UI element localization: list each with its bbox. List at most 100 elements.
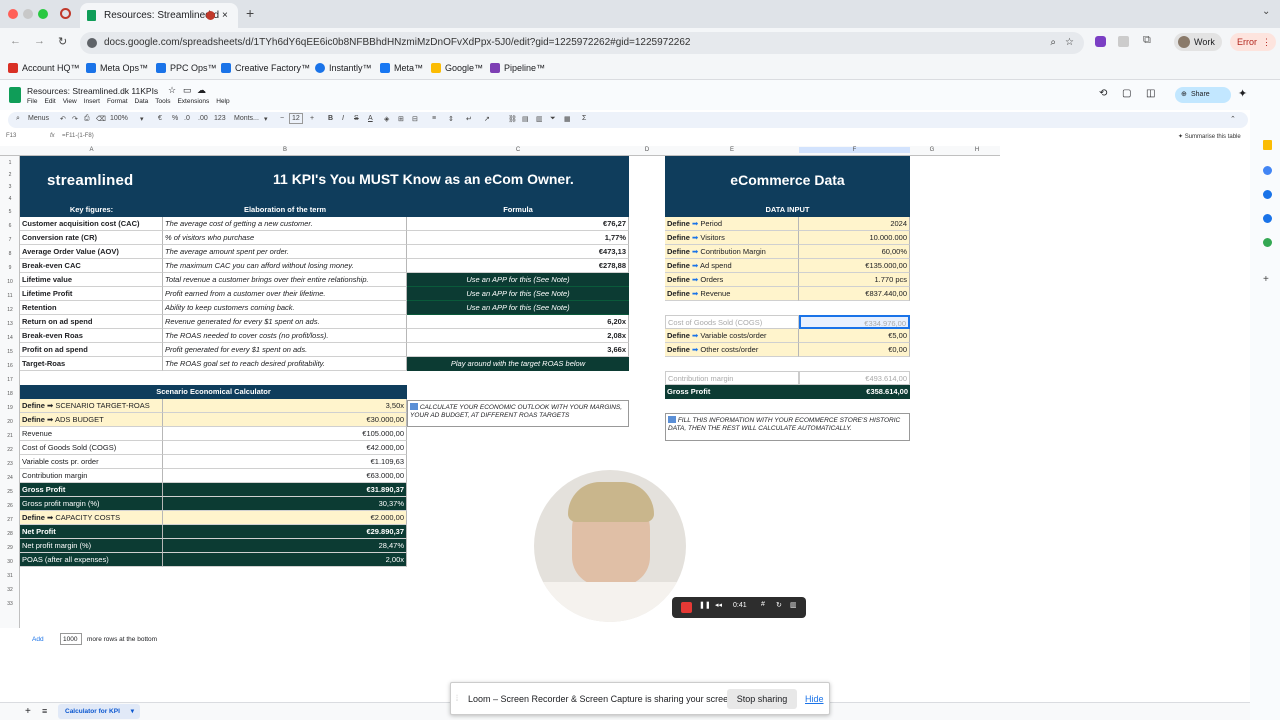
strikethrough-icon[interactable]: S [354,115,359,122]
kpi-formula-cell[interactable]: €278,88 [407,259,629,273]
keep-icon[interactable] [1263,166,1272,175]
star-icon[interactable]: ☆ [168,85,176,96]
data-input-label-cell[interactable]: Define ➡ Visitors [665,231,799,245]
scenario-value-cell[interactable]: €29.890,37 [163,525,407,539]
restart-icon[interactable]: ↻ [776,601,782,609]
kpi-description-cell[interactable]: Revenue generated for every $1 spent on … [163,315,407,329]
font-size-increase-icon[interactable]: + [310,115,314,122]
data-input-value-cell[interactable]: 60,00% [799,245,910,259]
font-chevron-icon[interactable]: ▾ [264,115,268,123]
kpi-name-cell[interactable]: Lifetime value [20,273,163,287]
minimize-window-button[interactable] [23,9,33,19]
webcam-bubble[interactable] [534,470,686,622]
new-tab-icon[interactable]: + [246,5,254,21]
kpi-name-cell[interactable]: Target-Roas [20,357,163,371]
bookmark-item[interactable]: Meta Ops™ [86,63,148,73]
menu-extensions[interactable]: Extensions [177,98,209,105]
functions-icon[interactable]: Σ [582,115,586,122]
kpi-formula-cell[interactable]: 1,77% [407,231,629,245]
kpi-formula-cell[interactable]: Play around with the target ROAS below [407,357,629,371]
add-rows-button[interactable]: Add [32,636,44,643]
delete-icon[interactable]: ▥ [790,601,797,609]
scenario-label-cell[interactable]: Net profit margin (%) [20,539,163,553]
scenario-label-cell[interactable]: POAS (after all expenses) [20,553,163,567]
name-box[interactable]: F13 [6,133,16,139]
sheet-tab-active[interactable]: Calculator for KPI ▾ [58,704,140,719]
meet-icon[interactable]: ◫ [1146,88,1155,99]
row-header[interactable]: 5 [0,209,20,215]
row-header[interactable]: 21 [0,433,20,439]
scenario-label-cell[interactable]: Net Profit [20,525,163,539]
percent-format[interactable]: % [172,115,178,122]
maps-icon[interactable] [1263,238,1272,247]
stop-sharing-button[interactable]: Stop sharing [727,689,797,709]
move-folder-icon[interactable]: ▭ [183,85,192,96]
row-header[interactable]: 23 [0,461,20,467]
undo-icon[interactable]: ↶ [60,115,66,123]
kpi-description-cell[interactable]: Profit generated for every $1 spent on a… [163,343,407,357]
row-header[interactable]: 22 [0,447,20,453]
row-header[interactable]: 14 [0,335,20,341]
collapse-toolbar-icon[interactable]: ⌃ [1230,115,1236,123]
row-header[interactable]: 19 [0,405,20,411]
more-formats[interactable]: 123 [214,115,226,122]
close-window-button[interactable] [8,9,18,19]
drag-handle-icon[interactable]: ⦙ [456,693,458,704]
data-input-value-cell[interactable]: €0,00 [799,343,910,357]
extensions-puzzle-icon[interactable]: ⧉ [1143,34,1151,47]
row-header[interactable]: 11 [0,293,20,299]
merge-cells-icon[interactable]: ⊟ [412,115,418,123]
scenario-value-cell[interactable]: 3,50x [163,399,407,413]
scenario-value-cell[interactable]: €63.000,00 [163,469,407,483]
kpi-description-cell[interactable]: % of visitors who purchase [163,231,407,245]
profile-button[interactable]: Work [1174,33,1222,51]
kpi-description-cell[interactable]: Ability to keep customers coming back. [163,301,407,315]
column-header[interactable]: E [665,147,799,153]
kpi-description-cell[interactable]: The maximum CAC you can afford without l… [163,259,407,273]
column-header[interactable]: H [954,147,1000,153]
contribution-value-cell[interactable]: €493.614,00 [799,371,910,385]
font-size-input[interactable]: 12 [289,113,303,124]
scenario-value-cell[interactable]: 28,47% [163,539,407,553]
wrap-icon[interactable]: ↵ [466,115,472,123]
scenario-label-cell[interactable]: Cost of Goods Sold (COGS) [20,441,163,455]
kpi-name-cell[interactable]: Break-even CAC [20,259,163,273]
filter-icon[interactable]: ⏷ [550,115,556,123]
search-menus[interactable]: Menus [28,115,49,122]
kpi-formula-cell[interactable]: €473,13 [407,245,629,259]
data-input-label-cell[interactable]: Define ➡ Other costs/order [665,343,799,357]
kpi-formula-cell[interactable]: 6,20x [407,315,629,329]
gross-profit-value-cell[interactable]: €358.614,00 [799,385,910,399]
row-header[interactable]: 26 [0,503,20,509]
menu-format[interactable]: Format [107,98,128,105]
row-header[interactable]: 13 [0,321,20,327]
rotate-icon[interactable]: ↗ [484,115,490,123]
column-header-selected[interactable]: F [799,147,910,153]
column-header[interactable]: A [20,147,163,153]
kpi-description-cell[interactable]: Profit earned from a customer over their… [163,287,407,301]
data-input-label-cell[interactable]: Define ➡ Contribution Margin [665,245,799,259]
url-field[interactable]: docs.google.com/spreadsheets/d/1TYh6dY6q… [80,32,1084,54]
kpi-name-cell[interactable]: Return on ad spend [20,315,163,329]
kpi-name-cell[interactable]: Customer acquisition cost (CAC) [20,217,163,231]
stop-record-icon[interactable] [681,602,692,613]
scenario-label-cell[interactable]: Define ➡ SCENARIO TARGET-ROAS [20,399,163,413]
zoom-chevron-icon[interactable]: ▾ [140,115,144,123]
column-header[interactable]: D [629,147,665,153]
scenario-label-cell[interactable]: Revenue [20,427,163,441]
scenario-label-cell[interactable]: Variable costs pr. order [20,455,163,469]
cogs-value-cell[interactable]: €334.976,00 [799,315,910,329]
scenario-value-cell[interactable]: €105.000,00 [163,427,407,441]
fill-color-icon[interactable]: ◈ [384,115,389,123]
bookmark-item[interactable]: Account HQ™ [8,63,80,73]
kpi-name-cell[interactable]: Retention [20,301,163,315]
history-icon[interactable]: ⟲ [1099,88,1107,99]
valign-icon[interactable]: ⇕ [448,115,454,123]
browser-tab[interactable]: Resources: Streamlined.d × [80,3,238,28]
update-error-button[interactable]: Error ⋮ [1230,33,1276,51]
comment-icon[interactable]: ▤ [522,115,529,123]
data-input-label-cell[interactable]: Define ➡ Orders [665,273,799,287]
site-info-icon[interactable] [87,38,97,48]
add-sheet-icon[interactable]: + [25,706,31,717]
column-header[interactable]: B [163,147,407,153]
